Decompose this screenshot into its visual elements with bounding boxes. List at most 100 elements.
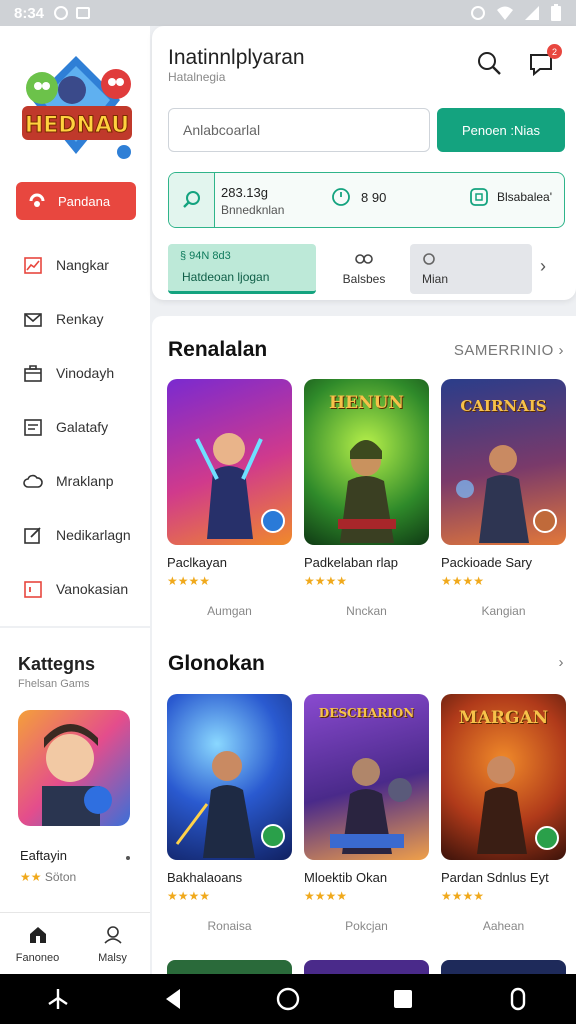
tab-label: Malsy bbox=[98, 951, 127, 964]
category-thumbnail[interactable] bbox=[18, 710, 130, 826]
section-see-all-link[interactable]: SAMERRINIO › bbox=[454, 342, 564, 359]
category-panel: Kattegns Fhelsan Gams Eaftayin ★★ Söton bbox=[0, 628, 150, 914]
store-icon bbox=[24, 365, 42, 382]
game-title: Packioade Sary bbox=[441, 555, 533, 570]
header-card: Inatinnlplyaran Hatalnegia 2 Penoen :Nia… bbox=[152, 26, 576, 300]
more-dot-icon[interactable] bbox=[126, 856, 130, 860]
page-title: Inatinnlplyaran bbox=[168, 46, 305, 69]
sidebar: HEDNAU Pandana Nangkar Renkay Vinodayh G… bbox=[0, 26, 150, 626]
logo-art: HEDNAU bbox=[22, 56, 132, 159]
search-action-button[interactable]: Penoen :Nias bbox=[437, 108, 565, 152]
game-rating: ★★★★ bbox=[167, 574, 211, 588]
search-button[interactable] bbox=[474, 48, 504, 78]
sidebar-item-label: Galatafy bbox=[56, 419, 109, 435]
page-subtitle: Hatalnegia bbox=[168, 70, 226, 84]
search-icon bbox=[182, 191, 200, 208]
game-title: Pardan Sdnlus Eyt bbox=[441, 870, 549, 885]
star-icon: ★★ bbox=[20, 870, 42, 884]
category-subtitle: Fhelsan Gams bbox=[18, 678, 90, 690]
stats-bar: 283.13g Bnnedknlan 8 90 Blsabalea' bbox=[168, 172, 565, 228]
filter-tabs: § 94N 8d3 Hatdeoan ljogan Balsbes Mian › bbox=[168, 244, 568, 294]
sidebar-item-vinodayh[interactable]: Vinodayh bbox=[0, 346, 150, 400]
sidebar-item-label: Nedikarlagn bbox=[56, 527, 131, 543]
game-cover: CAIRNAIS bbox=[441, 379, 566, 545]
stats-search-button[interactable] bbox=[169, 173, 215, 227]
game-title: Bakhalaoans bbox=[167, 870, 243, 885]
section-see-all-link[interactable]: › bbox=[559, 654, 565, 671]
game-rating: ★★★★ bbox=[304, 574, 348, 588]
category-rating: ★★ Söton bbox=[20, 870, 77, 884]
game-meta: Aahean bbox=[482, 919, 525, 933]
alarm-icon bbox=[471, 6, 485, 20]
sidebar-item-mraklanp[interactable]: Mraklanp bbox=[0, 454, 150, 508]
game-cover bbox=[167, 379, 292, 545]
game-cover bbox=[167, 694, 292, 860]
document-icon bbox=[24, 419, 42, 436]
play-button[interactable]: Pandana bbox=[16, 182, 136, 220]
recents-icon[interactable] bbox=[390, 986, 416, 1012]
status-time: 8:34 bbox=[14, 4, 45, 22]
game-card[interactable]: DESCHARION Mloektib Okan ★★★★ Pokcjan bbox=[304, 694, 429, 933]
sidebar-item-galatafy[interactable]: Galatafy bbox=[0, 400, 150, 454]
tab-home[interactable]: Fanoneo bbox=[0, 913, 75, 974]
game-card[interactable]: HENUN Padkelaban rlap ★★★★ Nnckan bbox=[304, 379, 429, 618]
rotate-icon[interactable] bbox=[505, 986, 531, 1012]
search-icon bbox=[478, 52, 501, 75]
battery-icon bbox=[551, 4, 561, 21]
notifications-button[interactable]: 2 bbox=[526, 44, 562, 78]
search-input[interactable] bbox=[168, 108, 430, 152]
filter-chip-active-top: § 94N 8d3 bbox=[180, 250, 231, 262]
chart-icon bbox=[24, 257, 42, 274]
status-bar: 8:34 bbox=[0, 0, 576, 26]
game-meta: Aumgan bbox=[207, 604, 252, 618]
assistant-icon[interactable] bbox=[45, 986, 71, 1012]
filter-chip-2[interactable]: Balsbes bbox=[328, 244, 400, 294]
game-card[interactable]: CAIRNAIS Packioade Sary ★★★★ Kangian bbox=[441, 379, 566, 618]
sidebar-item-vanokasian[interactable]: Vanokasian bbox=[0, 562, 150, 616]
back-icon[interactable] bbox=[160, 986, 186, 1012]
circle-icon bbox=[423, 253, 435, 265]
mail-icon bbox=[24, 313, 42, 327]
home-icon bbox=[29, 926, 46, 943]
sidebar-item-label: Nangkar bbox=[56, 257, 109, 273]
section-title: Glonokan bbox=[168, 652, 265, 675]
game-rating: ★★★★ bbox=[441, 574, 485, 588]
stat-main-label: Bnnedknlan bbox=[221, 203, 285, 217]
chevron-right-icon: › bbox=[558, 654, 564, 671]
clock-icon bbox=[332, 188, 350, 206]
game-meta: Ronaisa bbox=[207, 919, 252, 933]
sidebar-item-nangkar[interactable]: Nangkar bbox=[0, 238, 150, 292]
home-button-icon[interactable] bbox=[275, 986, 301, 1012]
filter-chip-active-label: Hatdeoan ljogan bbox=[182, 270, 270, 284]
game-card[interactable]: MARGAN Pardan Sdnlus Eyt ★★★★ Aahean bbox=[441, 694, 566, 933]
sidebar-item-nedikarlagn[interactable]: Nedikarlagn bbox=[0, 508, 150, 562]
game-rating: ★★★★ bbox=[304, 889, 348, 903]
notification-icon bbox=[54, 6, 69, 20]
stat-mid-value: 8 90 bbox=[361, 189, 387, 205]
box-icon bbox=[24, 581, 42, 598]
category-title: Kattegns bbox=[18, 654, 96, 674]
tab-profile[interactable]: Malsy bbox=[75, 913, 150, 974]
chevron-right-icon[interactable]: › bbox=[540, 256, 546, 277]
game-cover: HENUN bbox=[304, 379, 429, 545]
logo-text: HEDNAU bbox=[25, 113, 129, 138]
filter-chip-active[interactable]: § 94N 8d3 Hatdeoan ljogan bbox=[168, 244, 316, 294]
badge-icon bbox=[470, 188, 488, 206]
sidebar-item-label: Vinodayh bbox=[56, 365, 115, 381]
filter-chip-3[interactable]: Mian bbox=[410, 244, 532, 294]
stat-right-label: Blsabalea' bbox=[497, 190, 552, 204]
game-card[interactable]: Paclkayan ★★★★ Aumgan bbox=[167, 379, 292, 618]
bottom-tab-bar: Fanoneo Malsy bbox=[0, 912, 150, 974]
notification-badge: 2 bbox=[547, 44, 562, 59]
link-icon bbox=[355, 254, 373, 264]
chevron-right-icon: › bbox=[558, 342, 564, 359]
signal-icon bbox=[525, 6, 539, 20]
wifi-icon bbox=[497, 6, 513, 20]
game-title: Padkelaban rlap bbox=[304, 555, 398, 570]
game-card[interactable]: Bakhalaoans ★★★★ Ronaisa bbox=[167, 694, 292, 933]
sidebar-item-label: Renkay bbox=[56, 311, 104, 327]
section-title: Renalalan bbox=[168, 338, 268, 361]
sidebar-item-renkay[interactable]: Renkay bbox=[0, 292, 150, 346]
game-meta: Kangian bbox=[481, 604, 526, 618]
app-logo[interactable]: HEDNAU bbox=[16, 42, 136, 172]
